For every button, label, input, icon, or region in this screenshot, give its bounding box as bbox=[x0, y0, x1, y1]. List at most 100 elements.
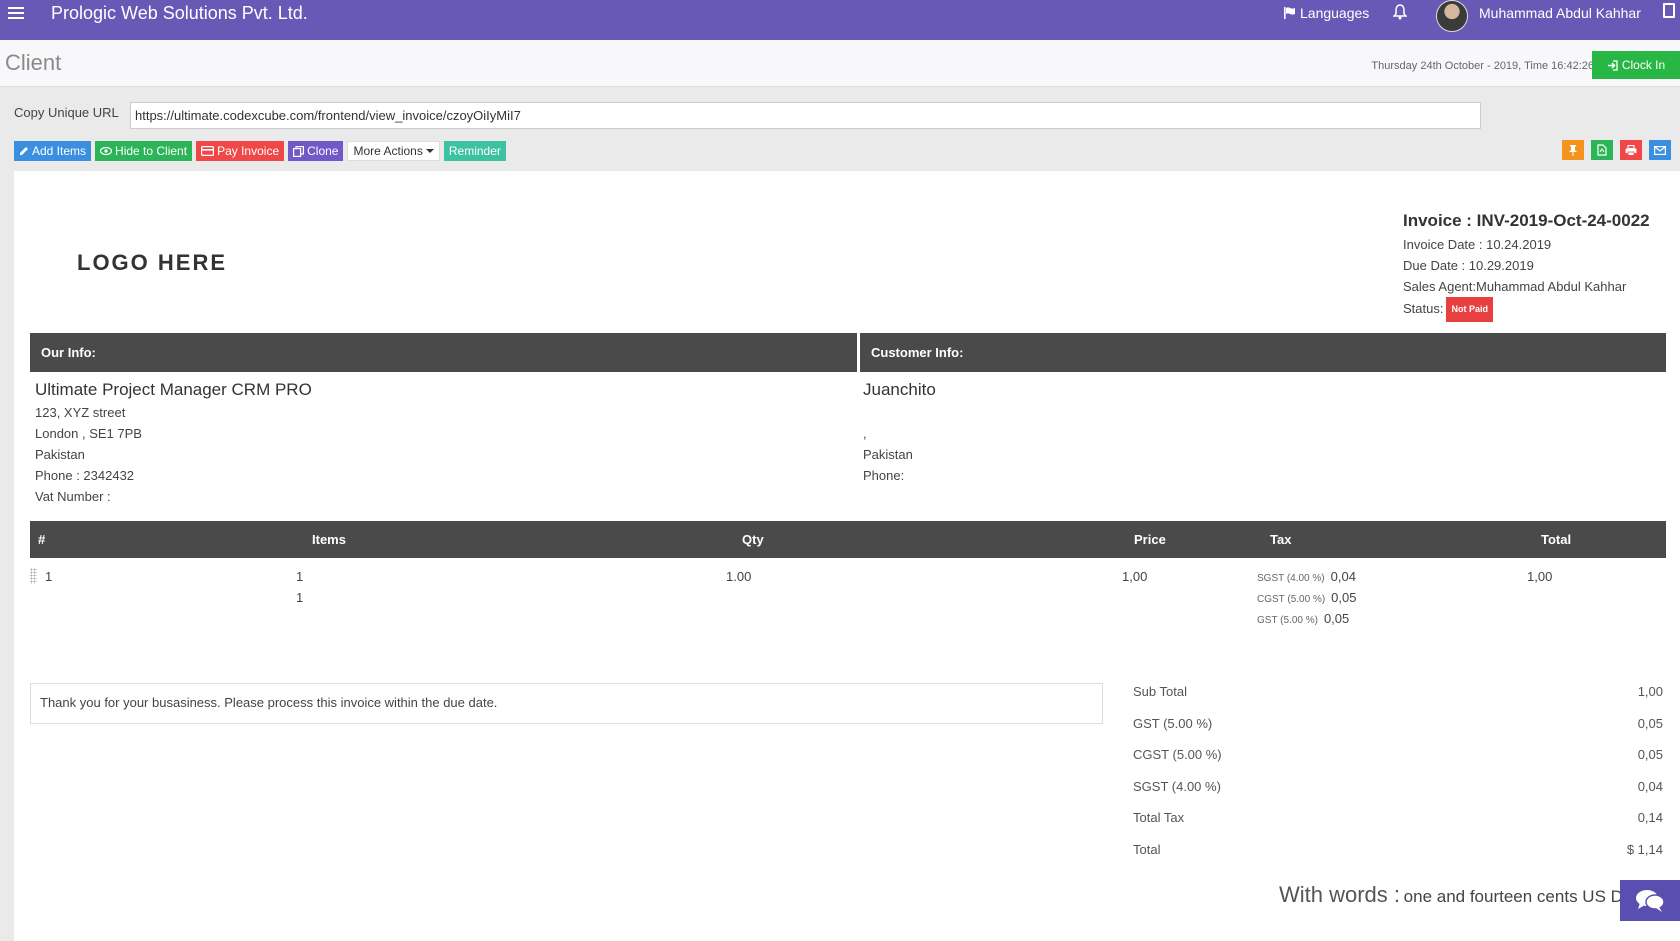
pin-icon[interactable] bbox=[1562, 140, 1584, 160]
customer-phone: Phone: bbox=[863, 468, 905, 483]
row-total: 1,00 bbox=[1527, 569, 1553, 584]
totals-label: Sub Total bbox=[1133, 684, 1187, 699]
flag-icon bbox=[1284, 7, 1295, 19]
totals-value: 0,05 bbox=[1637, 747, 1663, 762]
totals-label: Total bbox=[1133, 841, 1161, 857]
col-tax: Tax bbox=[1270, 532, 1292, 547]
avatar[interactable] bbox=[1436, 0, 1468, 32]
customer-address-line bbox=[863, 402, 936, 423]
invoice-date: Invoice Date : 10.24.2019 bbox=[1403, 237, 1552, 252]
row-drag-handle[interactable] bbox=[30, 568, 37, 584]
top-navbar: Prologic Web Solutions Pvt. Ltd. Languag… bbox=[0, 0, 1680, 40]
user-name[interactable]: Muhammad Abdul Kahhar bbox=[1479, 5, 1641, 21]
unique-url-input[interactable] bbox=[130, 102, 1481, 129]
email-icon[interactable] bbox=[1649, 140, 1671, 160]
our-info-heading: Our Info: bbox=[30, 333, 857, 372]
brand-name[interactable]: Prologic Web Solutions Pvt. Ltd. bbox=[51, 3, 308, 24]
col-num: # bbox=[38, 532, 46, 547]
tax-value: 0,05 bbox=[1331, 590, 1357, 605]
add-items-button[interactable]: Add Items bbox=[14, 141, 92, 161]
totals-summary: Sub Total 1,00 GST (5.00 %) 0,05 CGST (5.0… bbox=[1133, 683, 1663, 872]
chat-icon[interactable] bbox=[1620, 880, 1680, 921]
company-logo: LOGO HERE bbox=[77, 250, 228, 275]
totals-value: 0,05 bbox=[1637, 715, 1663, 731]
totals-row: CGST (5.00 %) 0,05 bbox=[1133, 746, 1663, 778]
totals-label: Total Tax bbox=[1133, 810, 1185, 825]
tax-label: GST (5.00 %) bbox=[1257, 615, 1318, 626]
words-value: one and fourteen cents US D bbox=[1403, 887, 1623, 906]
languages-menu[interactable]: Languages bbox=[1283, 5, 1369, 21]
exit-icon[interactable] bbox=[1663, 3, 1675, 18]
customer-info-block: Juanchito , Pakistan Phone: bbox=[863, 380, 936, 486]
row-tax-line: SGST (4.00 %) 0,04 bbox=[1257, 569, 1356, 584]
totals-row: Total Tax 0,14 bbox=[1133, 809, 1663, 841]
copy-icon bbox=[293, 145, 305, 157]
totals-label: CGST (5.00 %) bbox=[1133, 747, 1222, 762]
customer-address-city: , bbox=[863, 426, 867, 441]
invoice-actions: Add Items Hide to Client Pay Invoice Clo… bbox=[14, 141, 506, 161]
items-table-header: # Items Qty Price Tax Total bbox=[30, 521, 1666, 558]
totals-label: SGST (4.00 %) bbox=[1133, 778, 1221, 794]
bell-icon[interactable] bbox=[1392, 4, 1408, 23]
invoice-due-date: Due Date : 10.29.2019 bbox=[1403, 258, 1534, 273]
invoice-tools bbox=[1562, 140, 1671, 160]
more-actions-dropdown[interactable]: More Actions bbox=[347, 141, 440, 161]
tax-value: 0,05 bbox=[1323, 611, 1350, 626]
menu-icon[interactable] bbox=[8, 4, 24, 20]
row-tax-line: CGST (5.00 %) 0,05 bbox=[1257, 590, 1356, 605]
row-item-name: 1 bbox=[296, 569, 304, 584]
tax-label: SGST (4.00 %) bbox=[1257, 573, 1325, 584]
clock-in-button[interactable]: Clock In bbox=[1592, 51, 1680, 79]
current-datetime: Thursday 24th October - 2019, Time 16:42… bbox=[1371, 60, 1594, 72]
invoice-panel: LOGO HERE Invoice : INV-2019-Oct-24-0022… bbox=[14, 171, 1680, 941]
pencil-icon bbox=[20, 147, 28, 155]
our-vat-number: Vat Number : bbox=[35, 489, 111, 504]
customer-address-country: Pakistan bbox=[863, 447, 913, 462]
col-items: Items bbox=[312, 532, 346, 547]
customer-name: Juanchito bbox=[863, 380, 936, 399]
tax-label: CGST (5.00 %) bbox=[1257, 594, 1326, 605]
clone-button[interactable]: Clone bbox=[288, 141, 344, 161]
print-icon[interactable] bbox=[1620, 140, 1642, 160]
languages-label: Languages bbox=[1300, 5, 1370, 21]
totals-value: $ 1,14 bbox=[1626, 841, 1663, 857]
our-phone: Phone : 2342432 bbox=[35, 468, 135, 483]
page-header: Client Thursday 24th October - 2019, Tim… bbox=[0, 40, 1680, 87]
words-label: With words : bbox=[1279, 882, 1401, 907]
tax-value: 0,04 bbox=[1330, 569, 1356, 584]
totals-row: Total $ 1,14 bbox=[1133, 841, 1663, 873]
totals-row: SGST (4.00 %) 0,04 bbox=[1133, 778, 1663, 810]
col-total: Total bbox=[1541, 532, 1572, 547]
row-item-desc: 1 bbox=[296, 590, 304, 605]
row-qty: 1.00 bbox=[726, 569, 752, 584]
status-badge: Not Paid bbox=[1446, 297, 1493, 322]
row-tax-line: GST (5.00 %) 0,05 bbox=[1257, 611, 1349, 626]
unique-url-label: Copy Unique URL bbox=[14, 105, 119, 120]
our-info-block: Ultimate Project Manager CRM PRO 123, XY… bbox=[35, 380, 312, 507]
reminder-button[interactable]: Reminder bbox=[443, 141, 506, 161]
totals-label: GST (5.00 %) bbox=[1133, 715, 1213, 731]
col-price: Price bbox=[1134, 532, 1166, 547]
our-address-country: Pakistan bbox=[35, 447, 85, 462]
our-company-name: Ultimate Project Manager CRM PRO bbox=[35, 380, 312, 399]
status-label: Status: bbox=[1403, 300, 1444, 316]
page-title: Client bbox=[5, 50, 62, 75]
credit-card-icon bbox=[201, 146, 215, 156]
reminder-label: Reminder bbox=[448, 144, 501, 158]
totals-value: 0,04 bbox=[1637, 778, 1663, 794]
row-num: 1 bbox=[45, 569, 53, 584]
clone-label: Clone bbox=[307, 144, 339, 158]
chevron-down-icon bbox=[425, 149, 434, 153]
col-qty: Qty bbox=[742, 532, 764, 547]
hide-to-client-button[interactable]: Hide to Client bbox=[95, 141, 193, 161]
amount-in-words: With words : one and fourteen cents US D bbox=[1279, 882, 1623, 908]
invoice-status: Status: Not Paid bbox=[1403, 297, 1650, 322]
hide-to-client-label: Hide to Client bbox=[115, 144, 188, 158]
pdf-icon[interactable] bbox=[1591, 140, 1613, 160]
totals-row: Sub Total 1,00 bbox=[1133, 683, 1663, 715]
invoice-sales-agent: Sales Agent:Muhammad Abdul Kahhar bbox=[1403, 279, 1627, 294]
totals-value: 1,00 bbox=[1637, 684, 1663, 699]
eye-icon bbox=[100, 146, 113, 156]
more-actions-label: More Actions bbox=[353, 144, 423, 158]
pay-invoice-button[interactable]: Pay Invoice bbox=[196, 141, 285, 161]
